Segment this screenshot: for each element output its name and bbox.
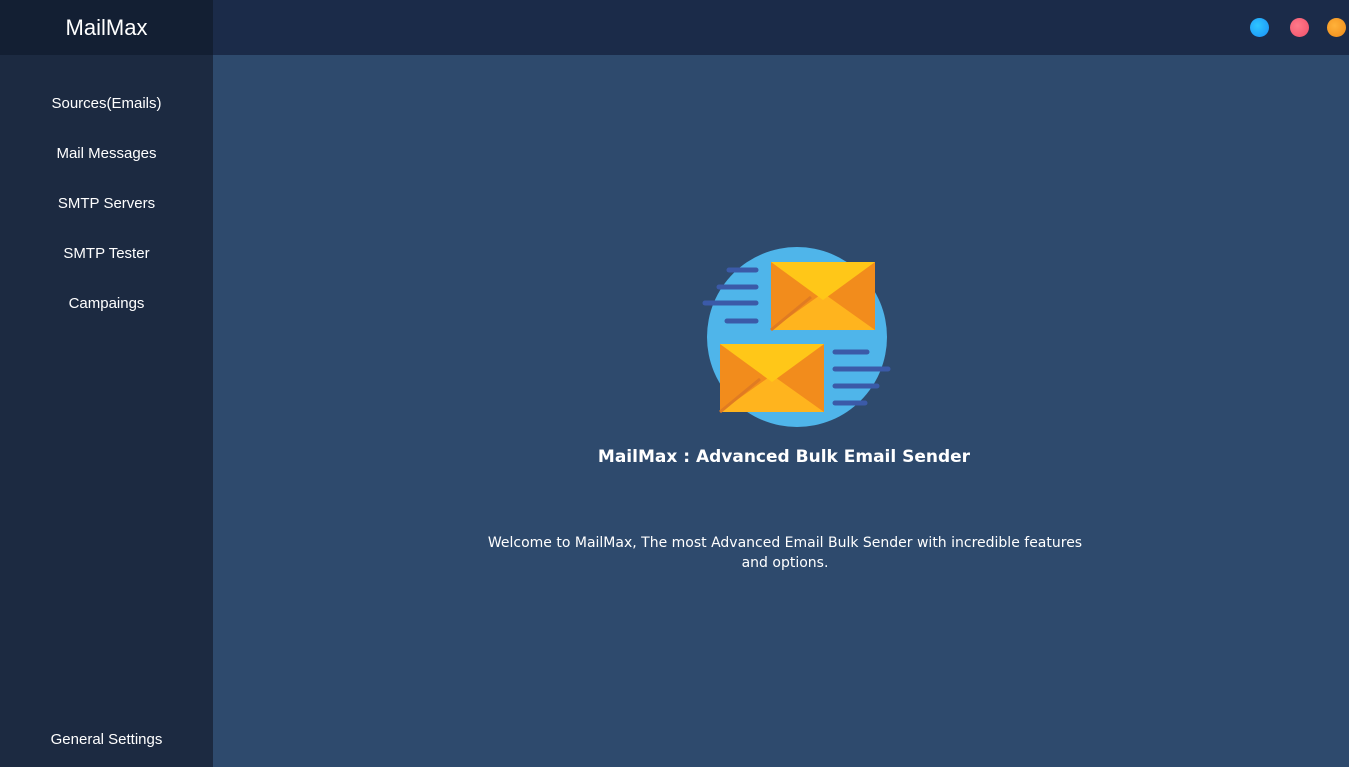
top-bar (213, 0, 1349, 55)
sidebar-item-general-settings[interactable]: General Settings (0, 715, 213, 765)
red-window-button[interactable] (1290, 18, 1309, 37)
page-title: MailMax : Advanced Bulk Email Sender (597, 447, 971, 467)
orange-window-button[interactable] (1327, 18, 1346, 37)
sidebar-nav: Sources(Emails) Mail Messages SMTP Serve… (0, 79, 213, 329)
sidebar-item-smtp-servers[interactable]: SMTP Servers (0, 179, 213, 229)
blue-window-button[interactable] (1250, 18, 1269, 37)
brand-title: MailMax (0, 0, 213, 55)
envelopes-icon (702, 247, 891, 427)
sidebar: MailMax Sources(Emails) Mail Messages SM… (0, 0, 213, 767)
app-window: MailMax Sources(Emails) Mail Messages SM… (0, 0, 1349, 767)
main-content: MailMax : Advanced Bulk Email Sender Wel… (213, 55, 1349, 767)
sidebar-item-smtp-tester[interactable]: SMTP Tester (0, 229, 213, 279)
sidebar-item-campaigns[interactable]: Campaings (0, 279, 213, 329)
sidebar-item-mail-messages[interactable]: Mail Messages (0, 129, 213, 179)
sidebar-item-sources[interactable]: Sources(Emails) (0, 79, 213, 129)
welcome-text: Welcome to MailMax, The most Advanced Em… (487, 535, 1083, 571)
